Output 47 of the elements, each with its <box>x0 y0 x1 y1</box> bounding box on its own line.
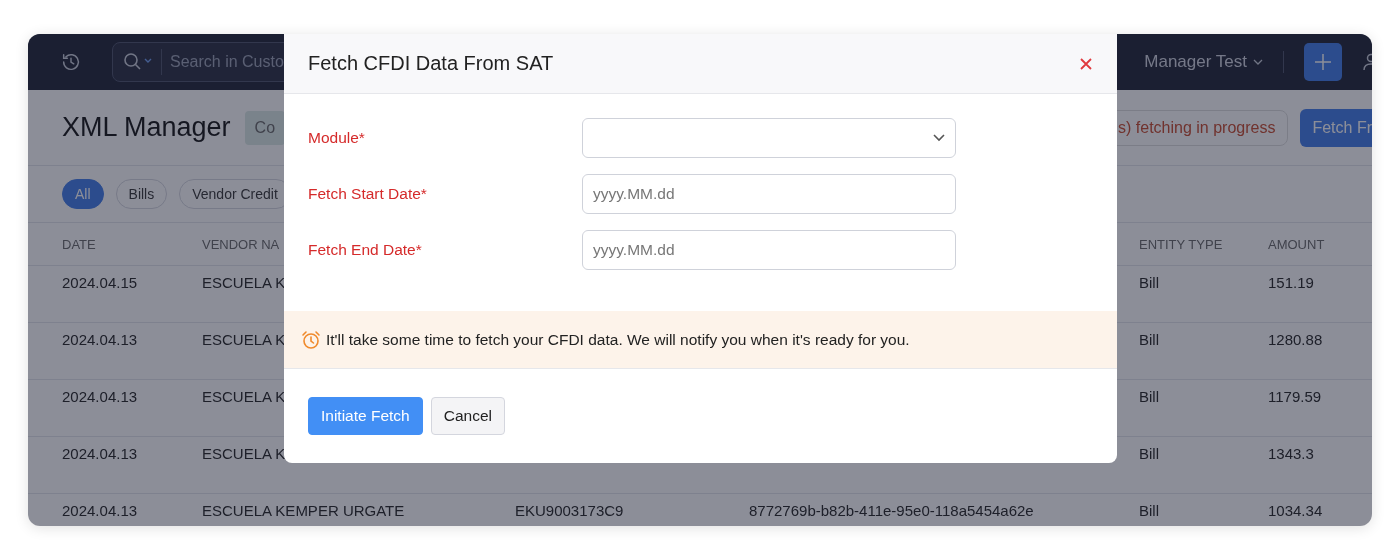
table-cell-text: ESCUELA K <box>202 330 286 348</box>
field-label: Fetch End Date* <box>308 241 423 259</box>
table-cell-text: 151.19 <box>1268 273 1314 291</box>
table-cell-text: Bill <box>1139 387 1159 405</box>
filter-chip[interactable]: Bills <box>115 179 168 209</box>
column-header: AMOUNT <box>1268 236 1325 252</box>
close-icon[interactable] <box>1080 57 1092 70</box>
table-cell-text: 1343.3 <box>1268 444 1314 462</box>
table-cell-text: Bill <box>1139 501 1159 519</box>
status-badge: Co <box>244 110 286 145</box>
table-cell-text: 2024.04.13 <box>62 387 138 405</box>
dialog-title: Fetch CFDI Data From SAT <box>308 52 554 75</box>
table-cell-text: 2024.04.13 <box>62 501 138 519</box>
table-cell-text: 2024.04.13 <box>62 444 138 462</box>
chevron-down-icon[interactable] <box>933 134 945 142</box>
column-header: DATE <box>62 236 96 252</box>
table-cell-text: 2024.04.13 <box>62 330 138 348</box>
date-field[interactable]: yyyy.MM.dd <box>582 174 956 214</box>
alarm-clock-icon <box>301 329 321 350</box>
organization-menu[interactable]: Manager Test <box>1144 52 1263 72</box>
add-button[interactable] <box>1304 43 1342 81</box>
table-cell-text: ESCUELA K <box>202 387 286 405</box>
dialog-button[interactable]: Cancel <box>430 397 505 435</box>
fetch-button[interactable]: Fetch Fr <box>1300 108 1372 147</box>
table-cell-text: Bill <box>1139 273 1159 291</box>
column-header: VENDOR NA <box>202 236 280 252</box>
date-field[interactable]: yyyy.MM.dd <box>582 230 956 270</box>
notice-text: It'll take some time to fetch your CFDI data. We will notify you when it's ready for you. <box>326 330 910 349</box>
table-cell-text: Bill <box>1139 330 1159 348</box>
page-title: XML Manager <box>62 112 231 143</box>
table-cell-text: ESCUELA K <box>202 273 286 291</box>
plus-icon <box>1313 52 1333 72</box>
table-cell-text: 1179.59 <box>1268 387 1322 405</box>
history-icon[interactable] <box>60 51 82 73</box>
field-label: Fetch Start Date* <box>308 185 428 203</box>
table-cell-text: 2024.04.15 <box>62 273 138 291</box>
field-label: Module* <box>308 129 366 147</box>
table-cell-text: 1280.88 <box>1268 330 1323 348</box>
dialog-button[interactable]: Initiate Fetch <box>308 397 423 435</box>
table-cell-text: EKU9003173C9 <box>515 501 624 519</box>
table-cell-text: Bill <box>1139 444 1159 462</box>
table-cell-text: ESCUELA KEMPER URGATE <box>202 501 405 519</box>
filter-chip[interactable]: All <box>62 179 104 209</box>
table-cell-text: ESCUELA K <box>202 444 286 462</box>
column-header: ENTITY TYPE <box>1139 236 1223 252</box>
table-cell-text: 8772769b-b82b-411e-95e0-118a5454a62e <box>749 501 1034 519</box>
table-cell-text: 1034.34 <box>1268 501 1323 519</box>
